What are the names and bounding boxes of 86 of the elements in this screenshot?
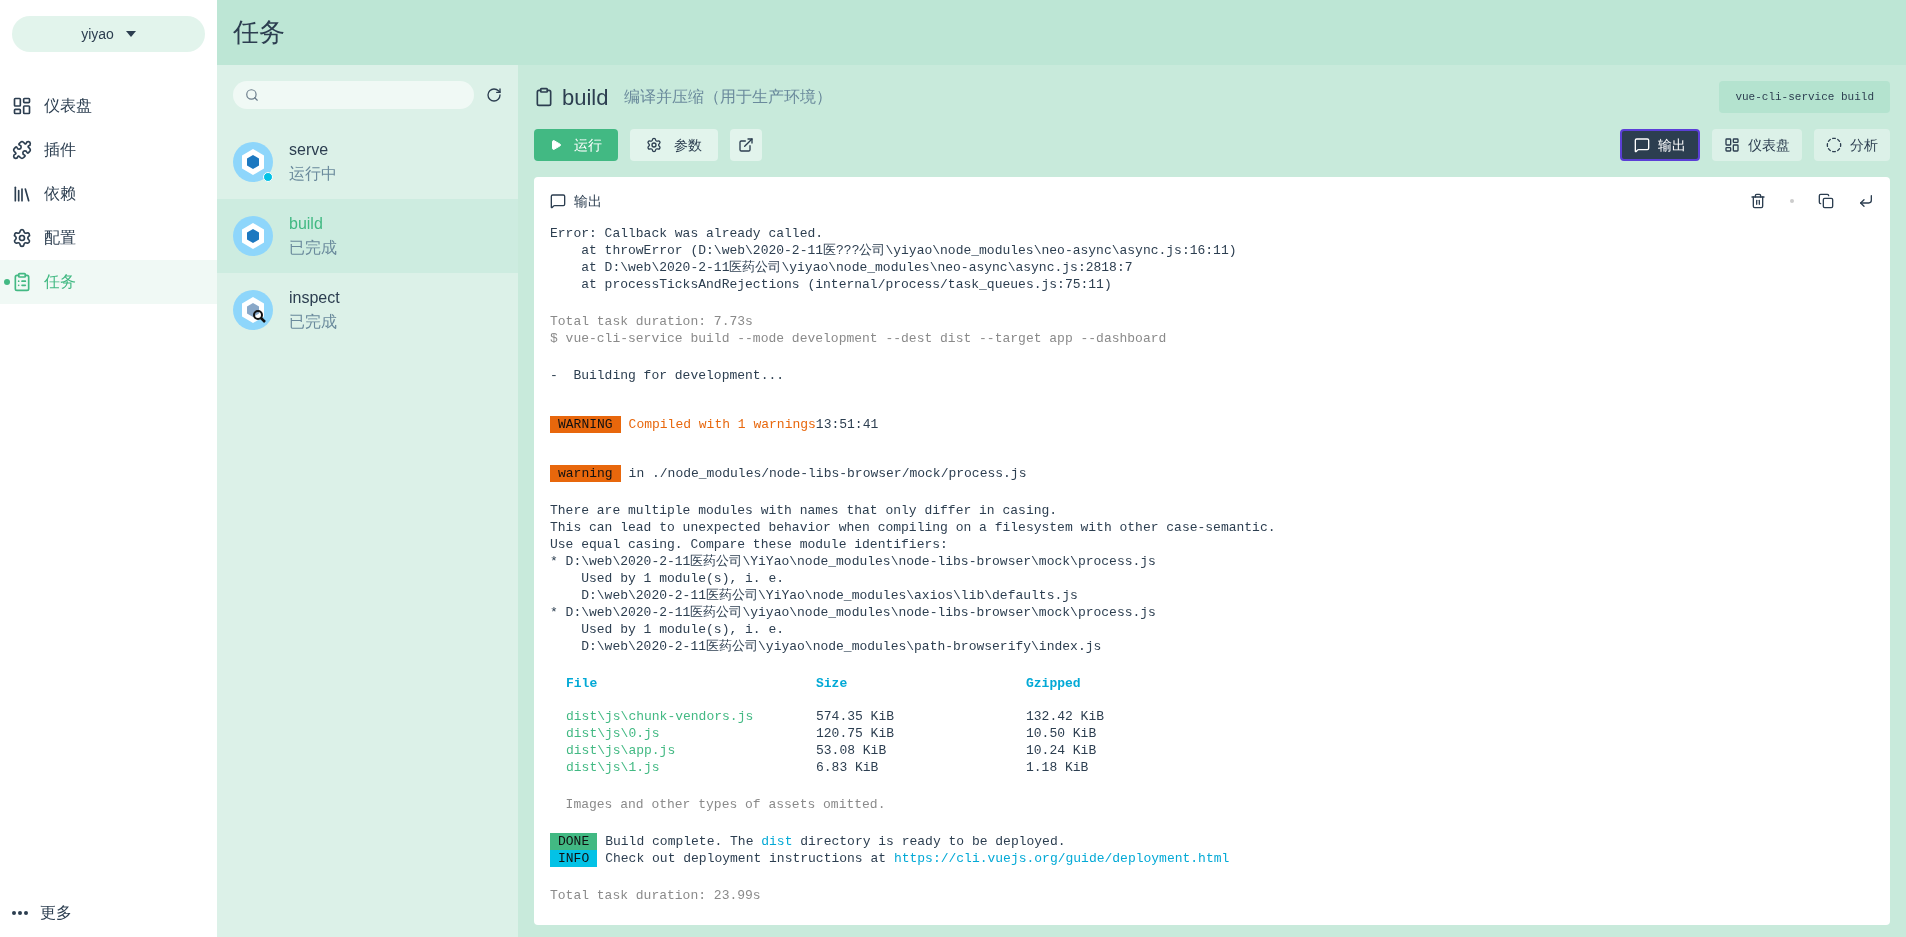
refresh-icon[interactable] xyxy=(486,87,502,103)
output-line: - Building for development... xyxy=(550,367,785,384)
more-icon xyxy=(12,911,28,915)
nav-item[interactable]: 依赖 xyxy=(0,172,217,216)
output-line: at D:\web\2020-2-11医药公司\yiyao\node_modules\neo-async\async.js:2818:7 xyxy=(580,259,1133,276)
task-status: 已完成 xyxy=(289,312,338,332)
plugin-icon xyxy=(12,140,32,160)
external-link-icon xyxy=(738,137,754,153)
view-tab[interactable]: 输出 xyxy=(1620,129,1700,161)
library-icon xyxy=(12,184,32,204)
output-line: Total task duration: 7.73s xyxy=(550,313,753,330)
task-item[interactable]: serve 运行中 xyxy=(217,125,518,199)
dashboard-icon xyxy=(12,96,32,116)
task-status: 已完成 xyxy=(289,238,337,258)
table-cell-text: 10.50 KiB xyxy=(1026,725,1098,742)
table-cell-text: dist\js\chunk-vendors.js xyxy=(566,708,755,725)
caret-icon xyxy=(125,31,136,37)
dashboard-icon xyxy=(1724,137,1740,153)
output-line: at throwError (D:\web\2020-2-11医???公司\yiyao\node_modules\neo-async\async.js:16:11) xyxy=(580,242,1237,259)
view-tab[interactable]: 分析 xyxy=(1814,129,1890,161)
params-button[interactable]: 参数 xyxy=(630,129,718,161)
output-line: Use equal casing. Compare these module identifiers: xyxy=(550,536,948,553)
output-line: Used by 1 module(s), i. e. xyxy=(580,621,785,638)
output-line: Used by 1 module(s), i. e. xyxy=(580,570,785,587)
output-line: Build complete. The dist directory is ready to be deployed. xyxy=(605,833,1066,850)
output-line: * D:\web\2020-2-11医药公司\yiyao\node_modules\node-libs-browser\mock\process.js xyxy=(550,604,1156,621)
task-name: serve xyxy=(289,140,330,160)
project-selector[interactable]: yiyao xyxy=(12,16,205,52)
settings-icon xyxy=(646,137,662,153)
task-name: inspect xyxy=(289,288,340,308)
output-line: D:\web\2020-2-11医药公司\yiyao\node_modules\path-browserify\index.js xyxy=(580,638,1102,655)
log-level-badge: INFO xyxy=(550,850,598,867)
search-icon xyxy=(245,88,259,102)
cube-icon xyxy=(233,216,273,256)
log-level-badge: DONE xyxy=(550,833,598,850)
delete-icon[interactable] xyxy=(1750,193,1766,209)
config-icon xyxy=(12,228,32,248)
task-item[interactable]: inspect 已完成 xyxy=(217,273,518,347)
output-line: * D:\web\2020-2-11医药公司\YiYao\node_modules\node-libs-browser\mock\process.js xyxy=(550,553,1156,570)
output-line: at processTicksAndRejections (internal/process/task_queues.js:75:11) xyxy=(580,276,1112,293)
output-line: This can lead to unexpected behavior when compiling on a filesystem with other case-semantic. xyxy=(550,519,1276,536)
table-cell-text: 6.83 KiB xyxy=(816,759,880,776)
search-field[interactable] xyxy=(233,81,474,109)
table-cell-text: dist\js\1.js xyxy=(566,759,661,776)
output-line: Error: Callback was already called. xyxy=(550,225,824,242)
task-name: build xyxy=(289,214,324,234)
output-line: Check out deployment instructions at https://cli.vuejs.org/guide/deployment.html xyxy=(605,850,1230,867)
output-line: in ./node_modules/node-libs-browser/mock/process.js xyxy=(628,465,1027,482)
output-line: Compiled with 1 warnings13:51:41 xyxy=(628,416,879,433)
output-line: Total task duration: 23.99s xyxy=(550,887,761,904)
column-header: Size xyxy=(816,675,849,692)
enter-icon[interactable] xyxy=(1858,193,1874,209)
output-line: $ vue-cli-service build --mode development --dest dist --target app --dashboard xyxy=(550,330,1167,347)
column-header: Gzipped xyxy=(1026,675,1082,692)
more-item[interactable]: 更多 xyxy=(0,889,217,937)
table-cell-text: dist\js\app.js xyxy=(566,742,677,759)
output-title: 输出 xyxy=(574,192,602,211)
clipboard-icon xyxy=(534,87,554,107)
output-line: There are multiple modules with names that only differ in casing. xyxy=(550,502,1058,519)
table-cell-text: 10.24 KiB xyxy=(1026,742,1098,759)
command-label: vue-cli-service build xyxy=(1719,80,1890,114)
view-tab[interactable]: 仪表盘 xyxy=(1712,129,1802,161)
output-line: D:\web\2020-2-11医药公司\YiYao\node_modules\axios\lib\defaults.js xyxy=(580,587,1078,604)
task-status: 运行中 xyxy=(289,164,337,184)
open-external-button[interactable] xyxy=(730,129,762,161)
task-description: 编译并压缩（用于生产环境） xyxy=(624,87,833,107)
cube-magnifier-icon xyxy=(233,290,273,330)
table-cell-text: 53.08 KiB xyxy=(816,742,888,759)
log-level-badge: WARNING xyxy=(550,416,621,433)
table-cell-text: 120.75 KiB xyxy=(816,725,895,742)
table-cell-text: dist\js\0.js xyxy=(566,725,661,742)
log-level-badge: warning xyxy=(550,465,621,482)
nav-item[interactable]: 仪表盘 xyxy=(0,84,217,128)
column-header: File xyxy=(566,675,599,692)
table-cell-text: 574.35 KiB xyxy=(816,708,895,725)
nav-item[interactable]: 插件 xyxy=(0,128,217,172)
table-cell-text: 1.18 KiB xyxy=(1026,759,1090,776)
task-title: build xyxy=(562,83,609,112)
table-cell-text: 132.42 KiB xyxy=(1026,708,1105,725)
copy-icon[interactable] xyxy=(1818,193,1834,209)
cube-icon xyxy=(233,142,273,182)
play-icon xyxy=(550,139,562,151)
page-title: 任务 xyxy=(233,16,285,49)
output-line: Images and other types of assets omitted. xyxy=(564,796,886,813)
nav-item[interactable]: 配置 xyxy=(0,216,217,260)
tasks-icon xyxy=(12,272,32,292)
